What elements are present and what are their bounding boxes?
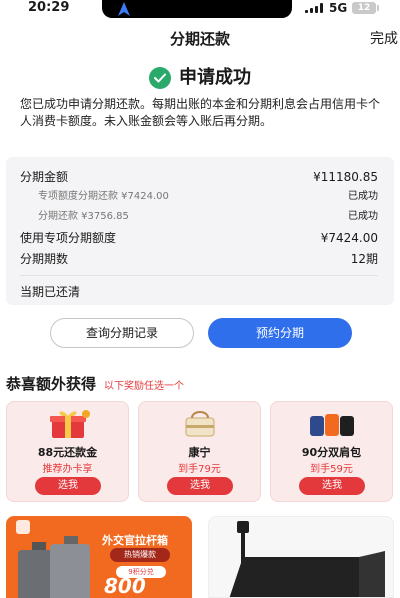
- promo-tag: 热销爆款: [110, 548, 170, 562]
- detail-row-periods: 分期期数 12期: [20, 250, 378, 268]
- result-description: 您已成功申请分期还款。每期出账的本金和分期利息会占用信用卡个人消费卡额度。未入账…: [20, 97, 381, 128]
- rewards-heading: 恭喜额外获得 以下奖励任选一个: [6, 373, 184, 393]
- backpack-icon: [309, 414, 354, 436]
- reward-card-corning[interactable]: 康宁 到手79元 选我: [138, 401, 261, 502]
- installment-detail-card: 分期金额 ¥11180.85 专项额度分期还款 ¥7424.00 已成功 分期还…: [6, 157, 394, 305]
- detail-row-normal: 分期还款 ¥3756.85 已成功: [38, 208, 378, 226]
- rewards-title: 恭喜额外获得: [6, 375, 97, 393]
- detail-row-amount: 分期金额 ¥11180.85: [20, 168, 378, 186]
- select-reward-button[interactable]: 选我: [167, 477, 233, 495]
- check-circle-icon: [149, 67, 171, 89]
- status-time: 20:29: [28, 0, 70, 15]
- reward-subtitle: 推荐办卡享: [42, 464, 93, 475]
- status-bar: 20:29 5G 12: [0, 0, 400, 20]
- select-reward-button[interactable]: 选我: [35, 477, 101, 495]
- battery-icon: 12: [352, 2, 376, 14]
- promo-price: 800: [104, 574, 146, 598]
- detail-divider: [20, 275, 378, 276]
- quota-label: 使用专项分期额度: [20, 231, 117, 245]
- query-records-button[interactable]: 查询分期记录: [50, 318, 194, 348]
- special-label: 专项额度分期还款 ¥7424.00: [38, 191, 169, 202]
- reward-name: 90分双肩包: [301, 446, 362, 459]
- paid-note: 当期已还清: [20, 285, 81, 299]
- success-heading: 申请成功: [0, 66, 400, 90]
- reward-card-cash[interactable]: 88元还款金 推荐办卡享 选我: [6, 401, 129, 502]
- special-status: 已成功: [348, 191, 378, 202]
- promo-title: 外交官拉杆箱: [102, 534, 168, 547]
- detail-row-note: 当期已还清: [20, 283, 378, 301]
- periods-label: 分期期数: [20, 252, 69, 266]
- detail-row-special: 专项额度分期还款 ¥7424.00 已成功: [38, 188, 378, 206]
- normal-status: 已成功: [348, 211, 378, 222]
- reward-subtitle: 到手79元: [178, 464, 221, 475]
- amount-value: ¥11180.85: [313, 170, 378, 184]
- promo-card-cart[interactable]: [208, 516, 394, 598]
- reward-card-backpack[interactable]: 90分双肩包 到手59元 选我: [270, 401, 393, 502]
- page-title: 分期还款: [169, 30, 230, 48]
- periods-value: 12期: [350, 252, 378, 266]
- quota-value: ¥7424.00: [320, 231, 378, 245]
- normal-label: 分期还款 ¥3756.85: [38, 211, 129, 222]
- done-button[interactable]: 完成: [370, 26, 398, 52]
- network-type: 5G: [329, 1, 348, 15]
- title-bar: 分期还款 完成: [0, 26, 400, 52]
- promo-card-luggage[interactable]: 外交官拉杆箱 热销爆款 9积分兑 800: [6, 516, 192, 598]
- amount-label: 分期金额: [20, 170, 69, 184]
- lunchbox-icon: [185, 411, 214, 437]
- detail-row-quota: 使用专项分期额度 ¥7424.00: [20, 229, 378, 247]
- battery-cap: [377, 5, 379, 11]
- reward-subtitle: 到手59元: [310, 464, 353, 475]
- book-installment-button[interactable]: 预约分期: [208, 318, 352, 348]
- signal-icon: [305, 3, 325, 13]
- select-reward-button[interactable]: 选我: [299, 477, 365, 495]
- dynamic-island: [102, 0, 292, 18]
- reward-name: 88元还款金: [37, 446, 98, 459]
- rewards-subtitle: 以下奖励任选一个: [104, 381, 185, 392]
- luggage-icon: [16, 520, 90, 598]
- navigation-arrow-icon: [118, 2, 130, 16]
- trolley-cart-icon: [229, 521, 385, 597]
- reward-name: 康宁: [188, 446, 211, 459]
- success-title: 申请成功: [179, 67, 251, 88]
- gift-icon: [49, 410, 90, 438]
